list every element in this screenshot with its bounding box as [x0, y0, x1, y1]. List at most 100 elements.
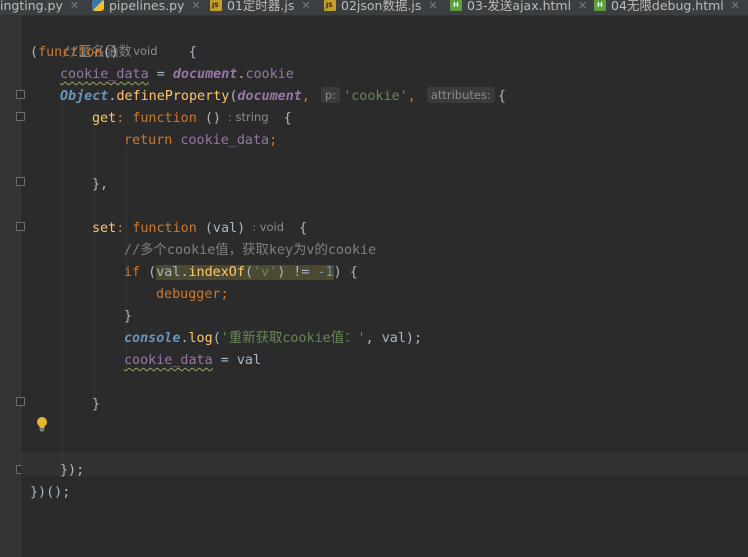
- string: 'v': [253, 265, 278, 280]
- global-object: document: [237, 89, 302, 104]
- global-object: document: [172, 67, 238, 82]
- punctuation: :: [116, 111, 125, 126]
- punctuation: });: [60, 463, 85, 478]
- variable: val: [156, 265, 181, 280]
- comment: //多个cookie值，获取key为v的cookie: [124, 243, 377, 258]
- variable: cookie_data: [124, 353, 213, 368]
- code-line-18: }: [92, 394, 100, 416]
- punctuation: (: [30, 45, 39, 60]
- tab-label: 02json数据.js: [341, 0, 422, 13]
- code-line-21: });: [60, 460, 84, 482]
- tab-03-ajax-html[interactable]: 03-发送ajax.html ✕: [450, 0, 587, 15]
- selection-highlight: val.indexOf('v') != -1: [156, 265, 334, 280]
- punctuation: ;: [269, 133, 278, 148]
- code-line-1: //匿名函数: [30, 20, 132, 60]
- parameters: (val): [196, 221, 246, 236]
- tab-label: 01定时器.js: [227, 0, 295, 13]
- punctuation: {: [299, 221, 308, 236]
- close-icon[interactable]: ✕: [301, 0, 310, 15]
- parameter-hint: attributes:: [426, 87, 495, 103]
- punctuation: },: [92, 177, 109, 192]
- method: defineProperty: [116, 89, 230, 104]
- code-line-13: debugger;: [156, 284, 229, 306]
- global-object: console: [124, 331, 181, 346]
- type-hint: : void: [252, 220, 285, 234]
- tab-label: 03-发送ajax.html: [467, 0, 572, 13]
- global-object: Object: [60, 89, 109, 104]
- punctuation: (: [212, 331, 221, 346]
- code-line-15: console.log('重新获取cookie值：', val);: [124, 328, 422, 350]
- close-icon[interactable]: ✕: [191, 0, 200, 15]
- punctuation: }: [92, 397, 101, 412]
- python-file-icon: [92, 0, 104, 11]
- type-hint: : void: [125, 44, 158, 58]
- indent-guide: [62, 84, 63, 460]
- close-icon[interactable]: ✕: [70, 0, 79, 15]
- code-line-10: set: function (val) : void {: [92, 218, 307, 240]
- keyword: return: [124, 133, 173, 148]
- variable: cookie_data: [60, 67, 149, 82]
- close-icon[interactable]: ✕: [731, 0, 740, 15]
- code-line-2: (function(): void {: [30, 42, 197, 64]
- indent-guide: [94, 128, 95, 398]
- punctuation: :: [116, 221, 125, 236]
- punctuation: ;: [220, 287, 229, 302]
- tab-04-debug-html[interactable]: 04无限debug.html ✕: [594, 0, 740, 15]
- punctuation: {: [188, 45, 197, 60]
- code-line-14: }: [124, 306, 132, 328]
- punctuation: (): [196, 111, 221, 126]
- string: '重新获取cookie值：': [220, 331, 366, 346]
- tab-label: pipelines.py: [109, 0, 185, 13]
- code-line-16: cookie_data = val: [124, 350, 261, 372]
- punctuation: .: [180, 265, 189, 280]
- parameter-hint: p:: [321, 87, 341, 103]
- code-line-4: Object.defineProperty(document, p:'cooki…: [60, 86, 506, 108]
- tab-01-timer-js[interactable]: 01定时器.js ✕: [210, 0, 311, 15]
- tab-ingting-py[interactable]: ingting.py ✕: [0, 0, 79, 15]
- tab-pipelines-py[interactable]: pipelines.py ✕: [92, 0, 201, 15]
- punctuation: {: [497, 89, 506, 104]
- punctuation: ,: [407, 89, 416, 104]
- code-line-11: //多个cookie值，获取key为v的cookie: [124, 240, 376, 262]
- number: -1: [317, 265, 334, 280]
- code-line-12: if (val.indexOf('v') != -1) {: [124, 262, 358, 284]
- close-icon[interactable]: ✕: [578, 0, 587, 15]
- operator: =: [148, 67, 173, 82]
- code-editor[interactable]: //匿名函数 (function(): void { cookie_data =…: [0, 16, 748, 557]
- accessor-name: get: [92, 111, 117, 126]
- operator: !=: [285, 265, 318, 280]
- method: log: [188, 331, 213, 346]
- close-icon[interactable]: ✕: [428, 0, 437, 15]
- keyword: if: [124, 265, 141, 280]
- current-line-highlight: [21, 452, 748, 476]
- property: cookie: [245, 67, 294, 82]
- punctuation: .: [180, 331, 189, 346]
- tab-label: 04无限debug.html: [611, 0, 724, 13]
- type-hint: : string: [228, 110, 269, 124]
- code-line-6: return cookie_data;: [124, 130, 277, 152]
- html-file-icon: [594, 0, 606, 11]
- variable: cookie_data: [172, 133, 270, 148]
- code-fragment: , val);: [365, 331, 423, 346]
- js-file-icon: [324, 0, 336, 11]
- punctuation: (: [244, 265, 253, 280]
- punctuation: ) {: [333, 265, 358, 280]
- punctuation: {: [283, 111, 292, 126]
- code-line-8: },: [92, 174, 108, 196]
- punctuation: ,: [301, 89, 310, 104]
- editor-tab-bar: ingting.py ✕ pipelines.py ✕ 01定时器.js ✕ 0…: [0, 0, 748, 16]
- keyword: function: [132, 221, 197, 236]
- lightbulb-icon[interactable]: [35, 416, 49, 432]
- keyword: function: [132, 111, 197, 126]
- keyword: debugger: [156, 287, 221, 302]
- punctuation: (: [140, 265, 157, 280]
- punctuation: }: [124, 309, 133, 324]
- code-line-22: })();: [30, 482, 70, 504]
- accessor-name: set: [92, 221, 117, 236]
- html-file-icon: [450, 0, 462, 11]
- tab-02-json-js[interactable]: 02json数据.js ✕: [324, 0, 438, 15]
- punctuation: })();: [30, 485, 71, 500]
- keyword: function: [38, 45, 103, 60]
- string: 'cookie': [343, 89, 408, 104]
- method: indexOf: [188, 265, 245, 280]
